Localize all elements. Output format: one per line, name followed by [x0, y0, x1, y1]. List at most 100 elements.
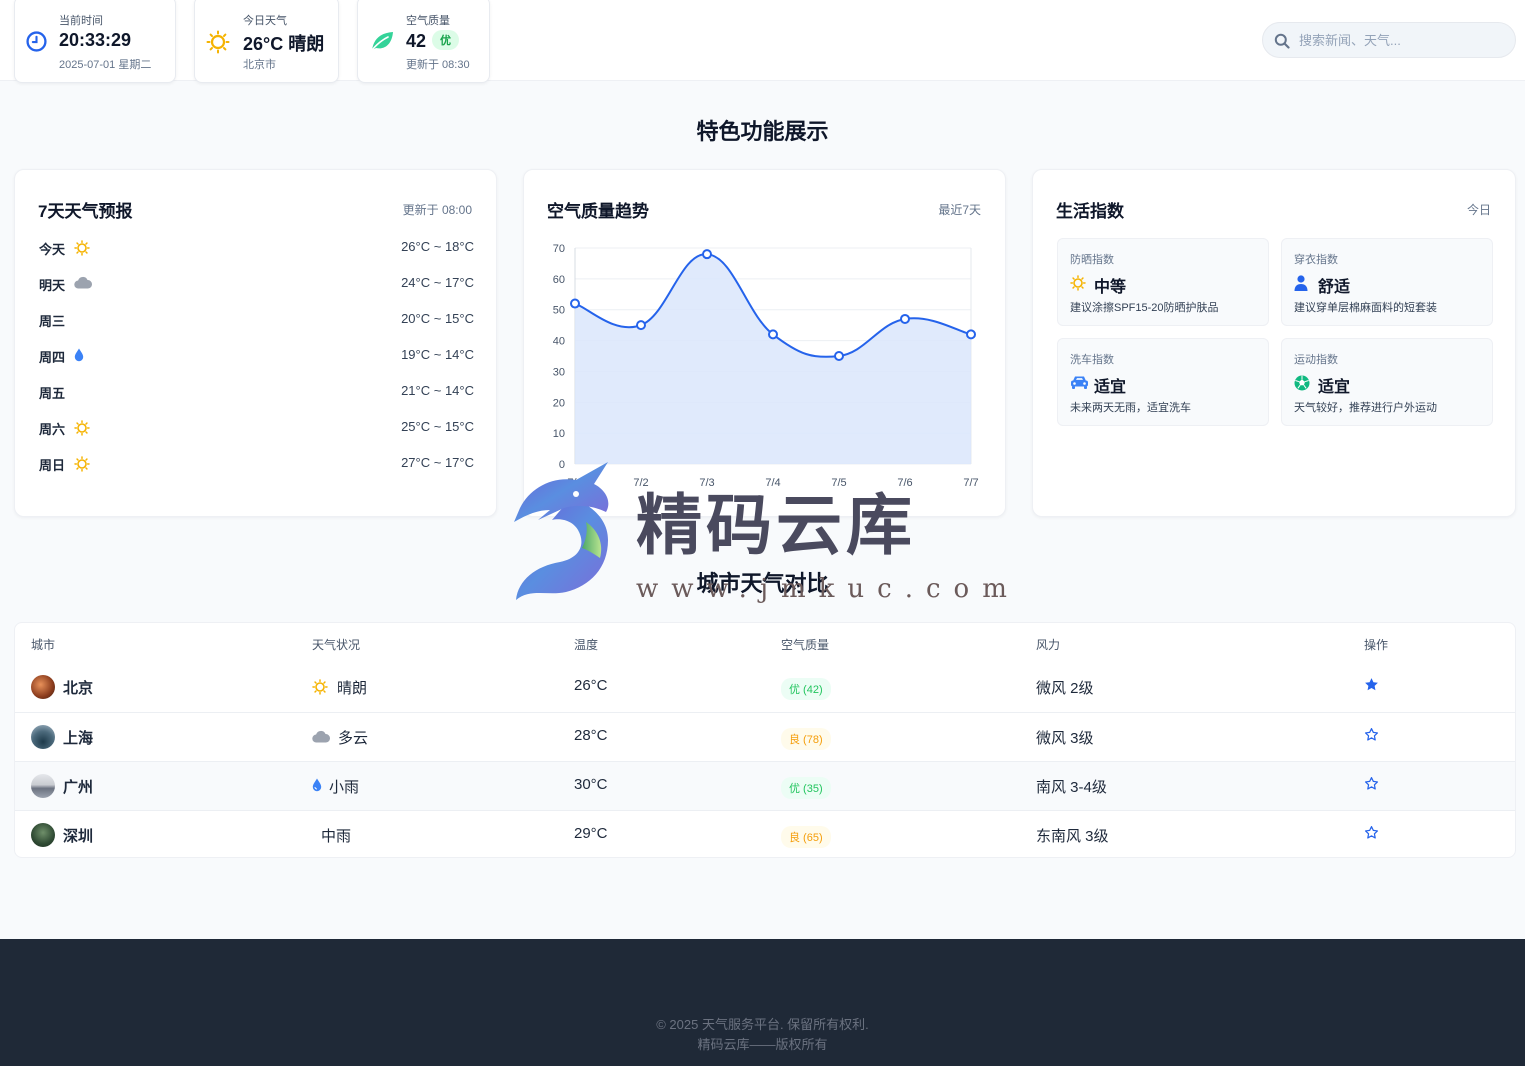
- header-air: 空气质量: [781, 638, 830, 652]
- city-name: 深圳: [63, 828, 94, 845]
- cloud-icon: [312, 730, 331, 748]
- forecast-card: 7天天气预报 更新于 08:00 今天 26°C ~ 18°C 明天 24°C ~ 1…: [14, 169, 497, 517]
- life-index-card: 生活指数 今日 防晒指数 中等 建议涂擦SPF15-20防晒护肤品 穿衣指数 舒…: [1032, 169, 1516, 517]
- star-filled-icon[interactable]: [1364, 677, 1379, 697]
- header-action: 操作: [1364, 638, 1389, 652]
- person-icon: [1294, 275, 1308, 296]
- index-label: 防晒指数: [1070, 254, 1114, 266]
- clock-icon: [26, 31, 47, 57]
- sun-icon: [206, 30, 230, 59]
- y-tick-label: 70: [553, 243, 565, 255]
- index-value: 适宜: [1318, 379, 1351, 396]
- y-tick-label: 30: [553, 366, 565, 378]
- star-outline-icon[interactable]: [1364, 776, 1379, 796]
- aqi-point: [768, 329, 778, 340]
- air-badge: 良 (65): [781, 826, 831, 848]
- forecast-row: 周四 19°C ~ 14°C: [39, 345, 474, 365]
- y-tick-label: 0: [559, 459, 565, 471]
- sun-icon: [74, 456, 90, 477]
- y-tick-label: 10: [553, 428, 565, 440]
- table-row: 广州 小雨 30°C 优 (35) 南风 3-4级: [15, 761, 1515, 810]
- index-label: 运动指数: [1294, 354, 1338, 366]
- city-avatar: [31, 774, 55, 798]
- raindrop-icon: [312, 778, 322, 797]
- table-row: 北京 晴朗 26°C 优 (42) 微风 2级: [15, 663, 1515, 712]
- search-box[interactable]: [1262, 22, 1516, 58]
- y-tick-label: 20: [553, 397, 565, 409]
- city-avatar: [31, 675, 55, 699]
- forecast-row: 周六 25°C ~ 15°C: [39, 417, 474, 437]
- wind-cell: 微风 3级: [1036, 730, 1094, 747]
- index-desc: 建议穿单层棉麻面料的短套装: [1294, 302, 1437, 314]
- forecast-row: 明天 24°C ~ 17°C: [39, 273, 474, 293]
- forecast-temp: 19°C ~ 14°C: [401, 347, 474, 362]
- wind-cell: 南风 3-4级: [1036, 779, 1107, 796]
- air-value: 42 优: [406, 30, 460, 52]
- index-desc: 建议涂擦SPF15-20防晒护肤品: [1070, 302, 1219, 314]
- index-value: 中等: [1094, 279, 1127, 296]
- header-temp: 温度: [574, 638, 599, 652]
- city-compare-table: 城市 天气状况 温度 空气质量 风力 操作 北京 晴朗 26°C 优 (42) …: [14, 622, 1516, 858]
- forecast-day: 明天: [39, 278, 66, 293]
- table-row: 深圳 中雨 29°C 良 (65) 东南风 3级: [15, 810, 1515, 859]
- top-bar: 当前时间 20:33:29 2025-07-01 星期二 今日天气 26°C 晴…: [0, 0, 1525, 83]
- copyright-owner: 精码云库——版权所有: [697, 1037, 828, 1052]
- time-card: 当前时间 20:33:29 2025-07-01 星期二: [14, 0, 176, 83]
- forecast-temp: 21°C ~ 14°C: [401, 383, 474, 398]
- sun-icon: [1070, 275, 1086, 296]
- weather-text: 小雨: [329, 779, 360, 796]
- city-avatar: [31, 725, 55, 749]
- city-name: 广州: [63, 779, 94, 796]
- air-card: 空气质量 42 优 更新于 08:30: [357, 0, 490, 83]
- search-input[interactable]: [1299, 23, 1504, 57]
- forecast-row: 今天 26°C ~ 18°C: [39, 237, 474, 257]
- weather-text: 晴朗: [337, 680, 368, 697]
- aqi-point: [702, 249, 712, 260]
- compare-title: 城市天气对比: [696, 571, 829, 596]
- index-desc: 天气较好，推荐进行户外运动: [1294, 402, 1437, 414]
- wind-cell: 东南风 3级: [1036, 828, 1109, 845]
- time-label: 当前时间: [59, 15, 103, 27]
- temp-cell: 29°C: [574, 825, 608, 842]
- x-tick-label: 7/5: [831, 477, 846, 489]
- header-weather: 天气状况: [312, 638, 361, 652]
- air-updated: 更新于 08:30: [406, 59, 470, 71]
- temp-cell: 30°C: [574, 776, 608, 793]
- aqi-area: [575, 254, 971, 464]
- city-name: 北京市: [243, 59, 276, 71]
- index-desc: 未来两天无雨，适宜洗车: [1070, 402, 1191, 414]
- car-icon: [1070, 375, 1089, 395]
- forecast-day: 周六: [39, 422, 66, 437]
- weather-card: 今日天气 26°C 晴朗 北京市: [194, 0, 339, 83]
- y-tick-label: 60: [553, 274, 565, 286]
- forecast-row: 周五 21°C ~ 14°C: [39, 381, 474, 401]
- city-name: 北京: [63, 680, 94, 697]
- weather-text: 中雨: [321, 828, 352, 845]
- aqi-point: [570, 298, 580, 309]
- sunscreen-index: 防晒指数 中等 建议涂擦SPF15-20防晒护肤品: [1057, 238, 1269, 326]
- x-tick-label: 7/6: [897, 477, 912, 489]
- weather-text: 多云: [338, 730, 369, 747]
- star-outline-icon[interactable]: [1364, 727, 1379, 747]
- index-value: 舒适: [1318, 279, 1351, 296]
- today-weather: 26°C 晴朗: [243, 34, 325, 54]
- air-label: 空气质量: [406, 15, 450, 27]
- star-outline-icon[interactable]: [1364, 825, 1379, 845]
- x-tick-label: 7/1: [567, 477, 582, 489]
- aqi-trend-card: 空气质量趋势 最近7天 0 10 20 30 40 50 60 70 7/1 7/2 7/3 7/4 7…: [523, 169, 1006, 517]
- carwash-index: 洗车指数 适宜 未来两天无雨，适宜洗车: [1057, 338, 1269, 426]
- index-value: 适宜: [1094, 379, 1127, 396]
- forecast-row: 周三 20°C ~ 15°C: [39, 309, 474, 329]
- forecast-day: 今天: [39, 242, 66, 257]
- city-avatar: [31, 823, 55, 847]
- life-index-date: 今日: [1466, 203, 1491, 217]
- features-title: 特色功能展示: [696, 119, 829, 144]
- air-badge: 良 (78): [781, 728, 831, 750]
- raindrop-icon: [74, 348, 84, 367]
- sun-icon: [74, 420, 90, 441]
- football-icon: [1294, 375, 1310, 396]
- forecast-day: 周日: [39, 458, 66, 473]
- forecast-row: 周日 27°C ~ 17°C: [39, 453, 474, 473]
- forecast-day: 周三: [39, 314, 66, 329]
- table-row: 上海 多云 28°C 良 (78) 微风 3级: [15, 712, 1515, 761]
